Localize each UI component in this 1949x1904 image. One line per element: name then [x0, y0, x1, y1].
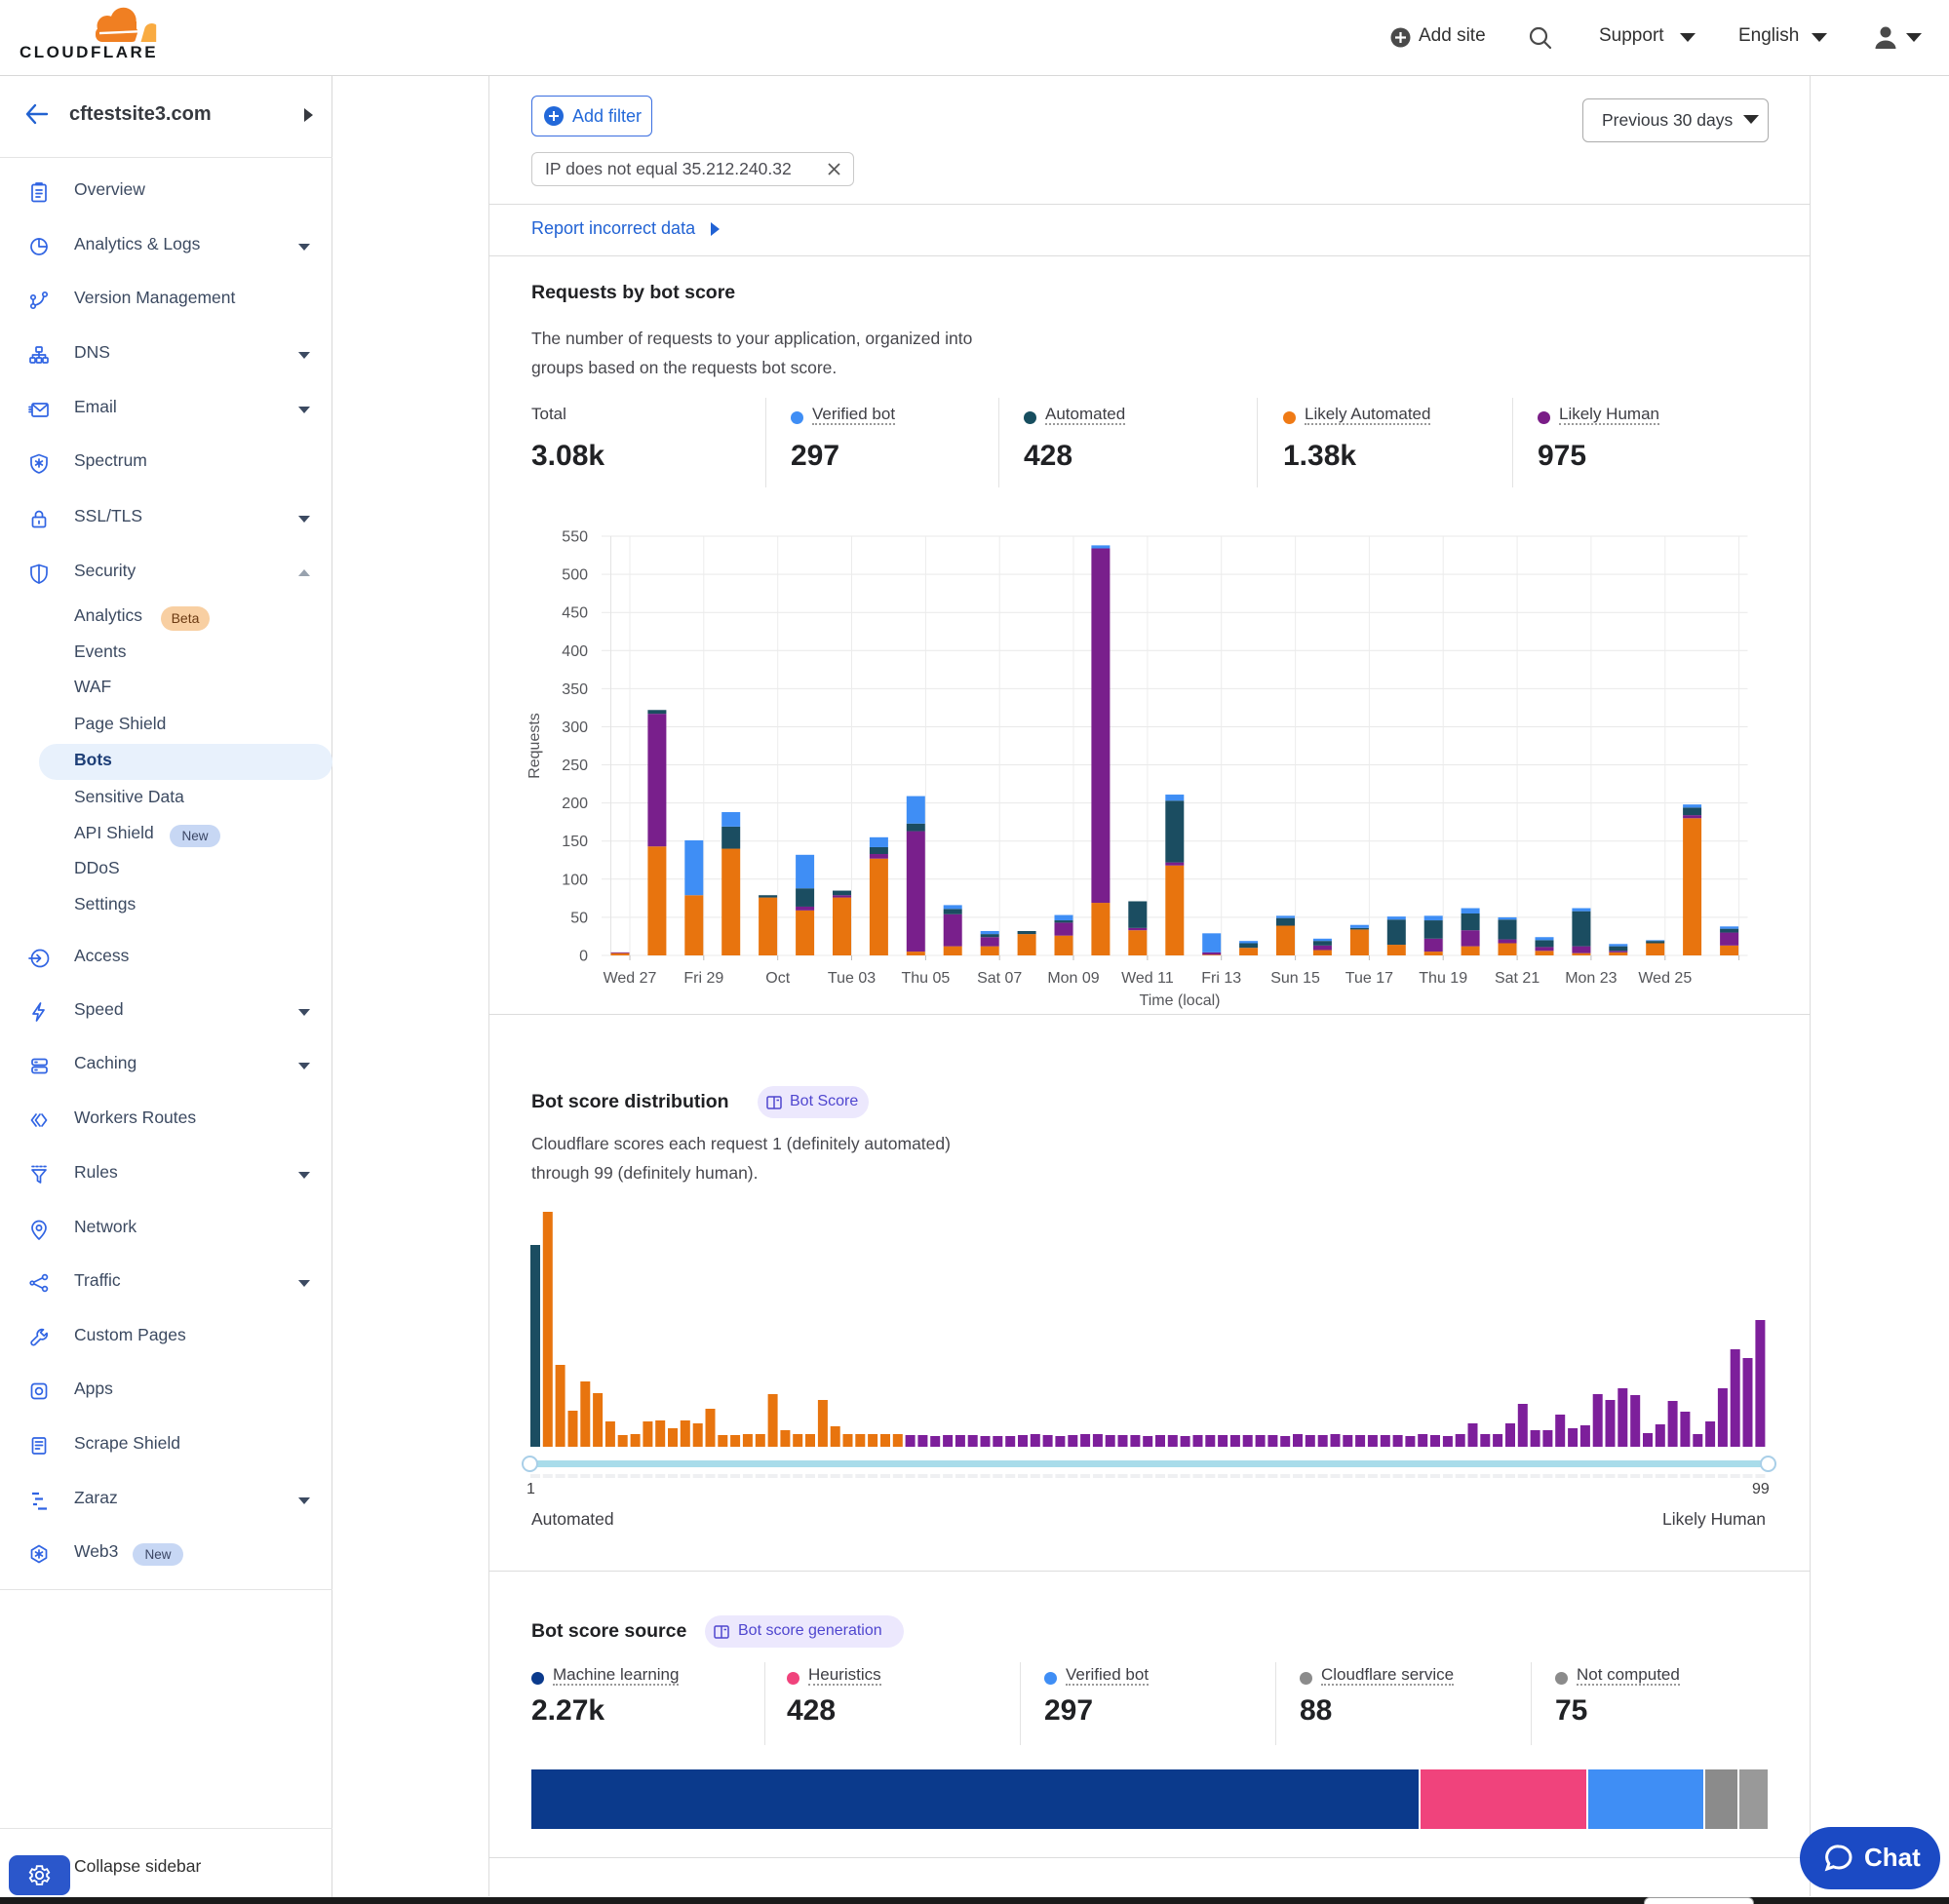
- svg-text:50: 50: [570, 910, 588, 926]
- svg-text:350: 350: [562, 681, 588, 698]
- svg-text:Oct: Oct: [765, 970, 790, 987]
- svg-text:450: 450: [562, 605, 588, 622]
- svg-text:Tue 17: Tue 17: [1345, 970, 1393, 987]
- svg-text:150: 150: [562, 834, 588, 850]
- svg-text:Mon 09: Mon 09: [1047, 970, 1099, 987]
- svg-text:500: 500: [562, 567, 588, 584]
- svg-text:Wed 27: Wed 27: [604, 970, 657, 987]
- svg-text:Fri 13: Fri 13: [1201, 970, 1241, 987]
- svg-text:0: 0: [579, 949, 588, 965]
- svg-text:Wed 11: Wed 11: [1121, 970, 1174, 987]
- svg-text:Requests: Requests: [526, 713, 543, 779]
- svg-text:Thu 19: Thu 19: [1419, 970, 1467, 987]
- svg-text:300: 300: [562, 719, 588, 736]
- svg-text:Thu 05: Thu 05: [901, 970, 950, 987]
- svg-text:550: 550: [562, 529, 588, 546]
- svg-text:Tue 03: Tue 03: [828, 970, 876, 987]
- svg-text:200: 200: [562, 796, 588, 812]
- svg-text:100: 100: [562, 872, 588, 888]
- svg-text:250: 250: [562, 758, 588, 774]
- svg-text:Sat 21: Sat 21: [1495, 970, 1540, 987]
- svg-text:Mon 23: Mon 23: [1565, 970, 1617, 987]
- svg-text:Fri 29: Fri 29: [683, 970, 723, 987]
- svg-text:Time (local): Time (local): [1140, 992, 1221, 1009]
- svg-text:Sat 07: Sat 07: [977, 970, 1022, 987]
- svg-text:Sun 15: Sun 15: [1270, 970, 1320, 987]
- svg-text:Wed 25: Wed 25: [1638, 970, 1692, 987]
- svg-text:400: 400: [562, 643, 588, 660]
